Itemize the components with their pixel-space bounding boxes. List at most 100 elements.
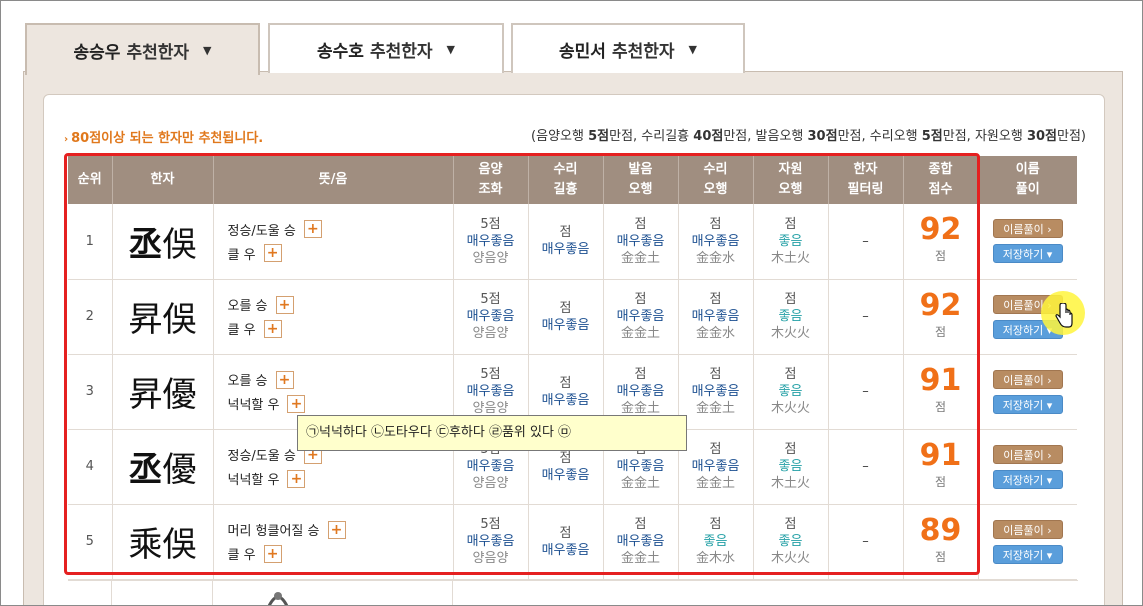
tab-songminseo[interactable]: 송민서 추천한자 ▼: [511, 23, 745, 73]
plus-icon[interactable]: +: [263, 544, 282, 563]
header-yinyang: 음양 조화: [453, 156, 529, 204]
jawon-cell: 점 좋음 木火火: [753, 279, 829, 355]
meaning-text: 오를 승: [227, 299, 268, 314]
rank-cell: 4: [68, 429, 113, 505]
header-total: 종합 점수: [903, 156, 979, 204]
total-score: 91: [919, 362, 962, 398]
tab-songsuho[interactable]: 송수호 추천한자 ▼: [268, 23, 504, 73]
total-score: 92: [919, 287, 962, 323]
hanja-cell: 丞俁: [112, 204, 214, 280]
header-pron: 발음 오행: [603, 156, 679, 204]
point-unit: 점: [634, 367, 647, 382]
score-unit: 점: [934, 324, 947, 339]
meaning-text: 머리 헝클어질 승: [227, 524, 320, 539]
caret-down-icon: ▼: [446, 42, 455, 56]
suri-cell: 점 매우좋음: [528, 204, 604, 280]
name-analysis-button[interactable]: 이름풀이 ›: [992, 519, 1063, 539]
plus-icon[interactable]: +: [287, 394, 306, 413]
hanja-char: 優: [162, 450, 197, 490]
point-unit: 점: [488, 216, 501, 232]
yinyang-cell: 5점매우좋음양음양: [453, 204, 529, 280]
pron-cell: 점매우좋음金金土: [603, 504, 679, 580]
suri-ohaeng-cell: 점 매우좋음 金金水: [678, 279, 754, 355]
header-jawon: 자원 오행: [753, 156, 829, 204]
name-analysis-button[interactable]: 이름풀이 ›: [992, 219, 1063, 239]
caret-down-icon: ▼: [688, 42, 697, 56]
meaning-text: 클 우: [227, 247, 256, 263]
meaning-cell: 머리 헝클어질 승 + 클 우 +: [213, 504, 454, 580]
save-button[interactable]: 저장하기 ▾: [992, 544, 1063, 564]
header-filter: 한자 필터링: [828, 156, 904, 204]
hanja-char: 俁: [162, 300, 197, 340]
plus-icon[interactable]: +: [275, 295, 294, 314]
jawon-cell: 점 좋음 木火火: [753, 354, 829, 430]
score-unit: 점: [934, 474, 947, 489]
plus-icon[interactable]: +: [287, 469, 306, 488]
rank-cell: 1: [68, 204, 113, 280]
score-unit: 점: [934, 549, 947, 564]
plus-icon[interactable]: +: [275, 370, 294, 389]
name-analysis-button[interactable]: 이름풀이 ›: [992, 369, 1063, 389]
plus-icon[interactable]: +: [327, 520, 346, 539]
hanja-char: 乘: [128, 525, 163, 565]
yinyang-cell: 5점매우좋음양음양: [453, 279, 529, 355]
hanja-char: 昇: [128, 375, 163, 415]
hanja-char: 昇: [128, 300, 163, 340]
tab-name: 송승우: [73, 42, 121, 63]
recommendation-table: 순위 한자 뜻/음 음양 조화 수리 길흉 발음 오행 수리 오행 자원 오행 한자 필터링…: [68, 156, 1077, 580]
point-unit: 점: [784, 367, 797, 382]
total-score: 91: [919, 437, 962, 473]
filter-cell: –: [828, 504, 904, 580]
plus-icon[interactable]: +: [303, 220, 322, 239]
hanja-cell: 丞優: [112, 429, 214, 505]
action-cell: 이름풀이 › 저장하기 ▾: [978, 204, 1077, 280]
point-unit: 점: [709, 367, 722, 382]
arrow-icon: ›: [64, 134, 69, 145]
suri-ohaeng-cell: 점 매우좋음 金金水: [678, 204, 754, 280]
jawon-cell: 점 좋음 木火火: [753, 504, 829, 580]
point-unit: 점: [488, 517, 501, 532]
hanja-char: 優: [162, 375, 197, 415]
save-button[interactable]: 저장하기 ▾: [992, 469, 1063, 489]
meaning-text: 정승/도울 승: [227, 223, 296, 239]
suri-cell: 점 매우좋음: [528, 504, 604, 580]
hanja-char: 俁: [162, 525, 197, 565]
plus-icon[interactable]: +: [263, 319, 282, 338]
recommendation-notice: › 80점이상 되는 한자만 추천됩니다.: [64, 131, 264, 146]
suri-ohaeng-cell: 점 매우좋음 金金土: [678, 354, 754, 430]
jawon-cell: 점 좋음 木土火: [753, 204, 829, 280]
meaning-text: 넉넉할 우: [227, 473, 280, 488]
total-cell: 92 점: [903, 204, 979, 280]
hanja-char: 俁: [162, 224, 197, 265]
pron-cell: 점매우좋음金金土: [603, 279, 679, 355]
point-unit: 점: [709, 292, 722, 307]
header-suri: 수리 길흉: [528, 156, 604, 204]
suri-ohaeng-cell: 점 매우좋음 金金土: [678, 429, 754, 505]
point-unit: 점: [634, 216, 647, 232]
score-unit: 점: [934, 399, 947, 414]
decorative-icon: [267, 592, 289, 605]
score-unit: 점: [934, 249, 947, 264]
rank-cell: 3: [68, 354, 113, 430]
plus-icon[interactable]: +: [263, 244, 282, 263]
meaning-cell: 정승/도울 승 + 클 우 +: [213, 204, 454, 280]
total-cell: 91 점: [903, 429, 979, 505]
save-button[interactable]: 저장하기 ▾: [992, 244, 1063, 264]
table-row: 1 丞俁 정승/도울 승 + 클 우 +5점 매우좋음 양음양 점 매우좋음 점 매우좋음 金金土 점 매우…: [68, 204, 1077, 280]
table-row: [68, 580, 1078, 605]
filter-cell: –: [828, 429, 904, 505]
table-header: 순위 한자 뜻/음 음양 조화 수리 길흉 발음 오행 수리 오행 자원 오행 한자 필터링…: [68, 156, 1077, 204]
meaning-text: 클 우: [227, 323, 256, 338]
tab-songseungwoo[interactable]: 송승우 추천한자 ▼: [25, 23, 260, 75]
name-analysis-button[interactable]: 이름풀이 ›: [992, 444, 1063, 464]
caret-down-icon: ▼: [203, 43, 212, 57]
header-meaning: 뜻/음: [213, 156, 454, 204]
point-unit: 점: [784, 442, 797, 457]
rank-cell: 5: [68, 504, 113, 580]
max-score-legend: (음양오행 5점만점, 수리길흉 40점만점, 발음오행 30점만점, 수리오행…: [531, 129, 1086, 144]
save-button[interactable]: 저장하기 ▾: [992, 394, 1063, 414]
point-unit: 점: [559, 525, 572, 541]
rank-cell: 2: [68, 279, 113, 355]
action-cell: 이름풀이 › 저장하기 ▾: [978, 429, 1077, 505]
meaning-tooltip: ㉠넉넉하다 ㉡도타우다 ㉢후하다 ㉣품위 있다 ㉤: [297, 415, 687, 451]
